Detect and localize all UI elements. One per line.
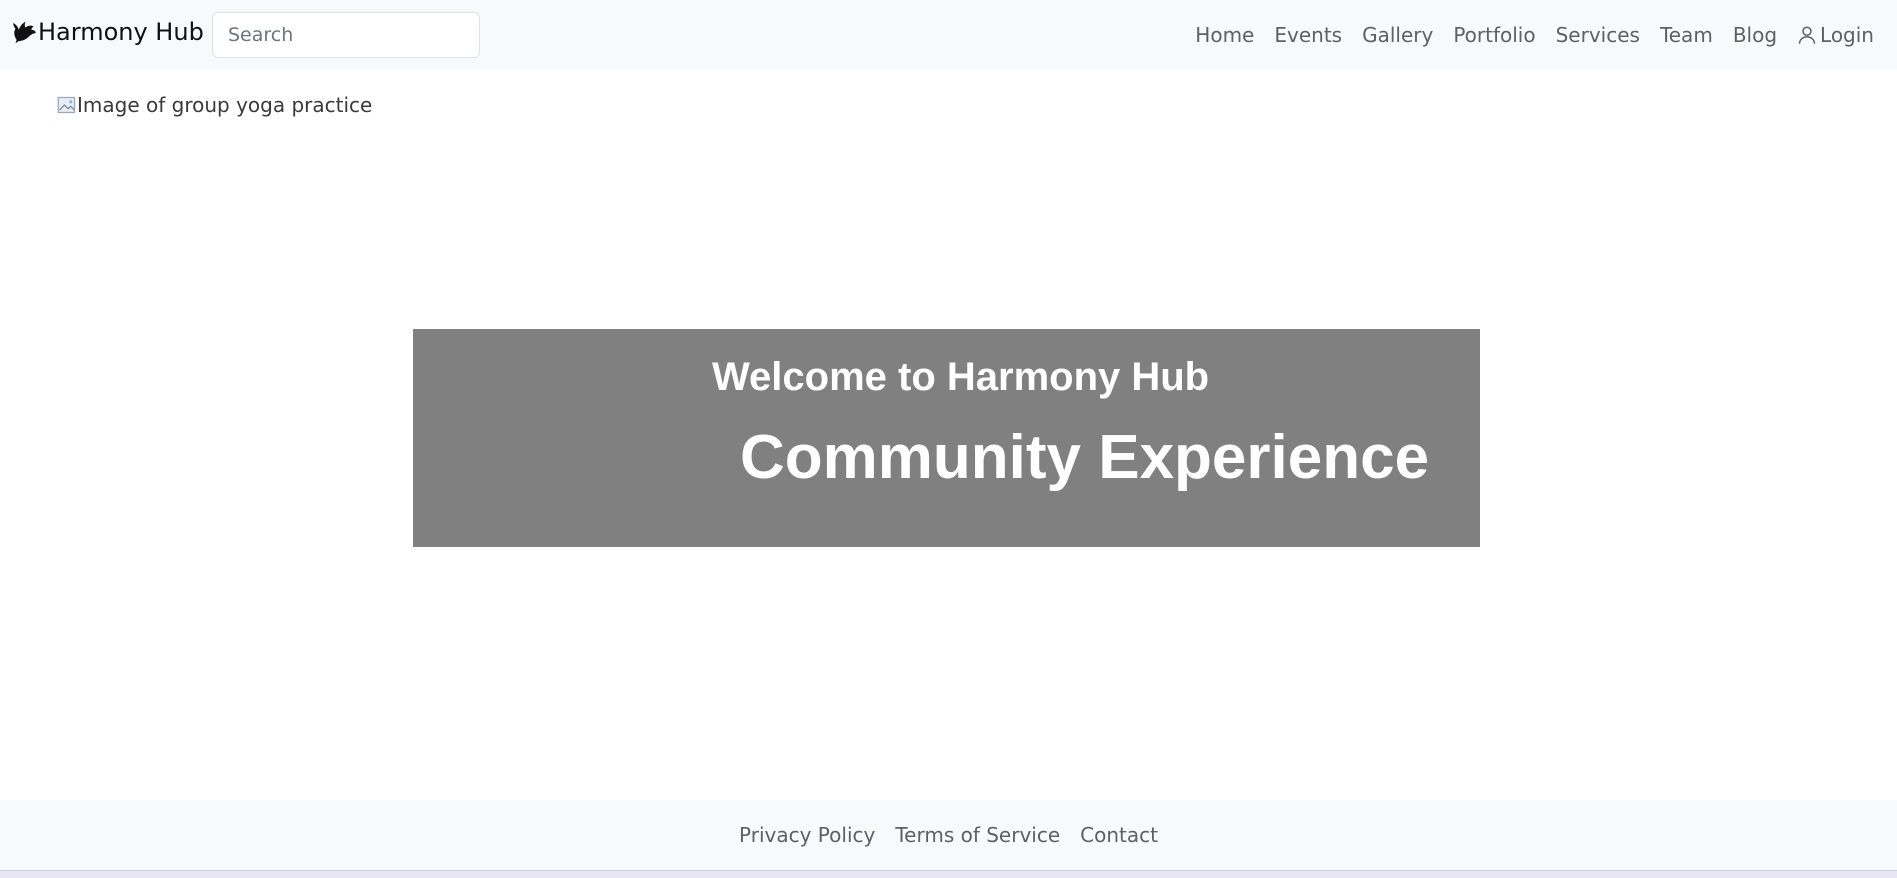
nav-events[interactable]: Events [1274, 23, 1342, 47]
nav-gallery[interactable]: Gallery [1362, 23, 1433, 47]
nav-home[interactable]: Home [1195, 23, 1254, 47]
brand-link[interactable]: Harmony Hub [11, 18, 204, 46]
yoga-image: Image of group yoga practice [57, 93, 372, 117]
bird-icon [13, 21, 36, 44]
hero-title: Community Experience [740, 423, 1430, 492]
nav-blog[interactable]: Blog [1733, 23, 1777, 47]
taskbar-edge [0, 870, 1897, 878]
search-input[interactable] [212, 12, 480, 58]
footer-privacy-policy[interactable]: Privacy Policy [739, 823, 875, 847]
brand-name: Harmony Hub [38, 18, 204, 46]
navbar: Harmony Hub Home Events Gallery Portfoli… [0, 0, 1897, 70]
nav-portfolio[interactable]: Portfolio [1453, 23, 1535, 47]
main-nav: Home Events Gallery Portfolio Services T… [1195, 0, 1874, 70]
nav-login-label: Login [1820, 23, 1874, 47]
footer: Privacy Policy Terms of Service Contact [0, 800, 1897, 870]
nav-team[interactable]: Team [1660, 23, 1713, 47]
person-icon [1798, 26, 1816, 44]
nav-services[interactable]: Services [1556, 23, 1640, 47]
broken-image-icon [57, 96, 76, 114]
hero-banner: Welcome to Harmony Hub Community Experie… [413, 329, 1480, 547]
hero-welcome: Welcome to Harmony Hub [712, 355, 1210, 399]
footer-terms-of-service[interactable]: Terms of Service [895, 823, 1060, 847]
footer-contact[interactable]: Contact [1080, 823, 1158, 847]
yoga-image-alt: Image of group yoga practice [77, 93, 373, 117]
nav-login[interactable]: Login [1797, 23, 1874, 47]
